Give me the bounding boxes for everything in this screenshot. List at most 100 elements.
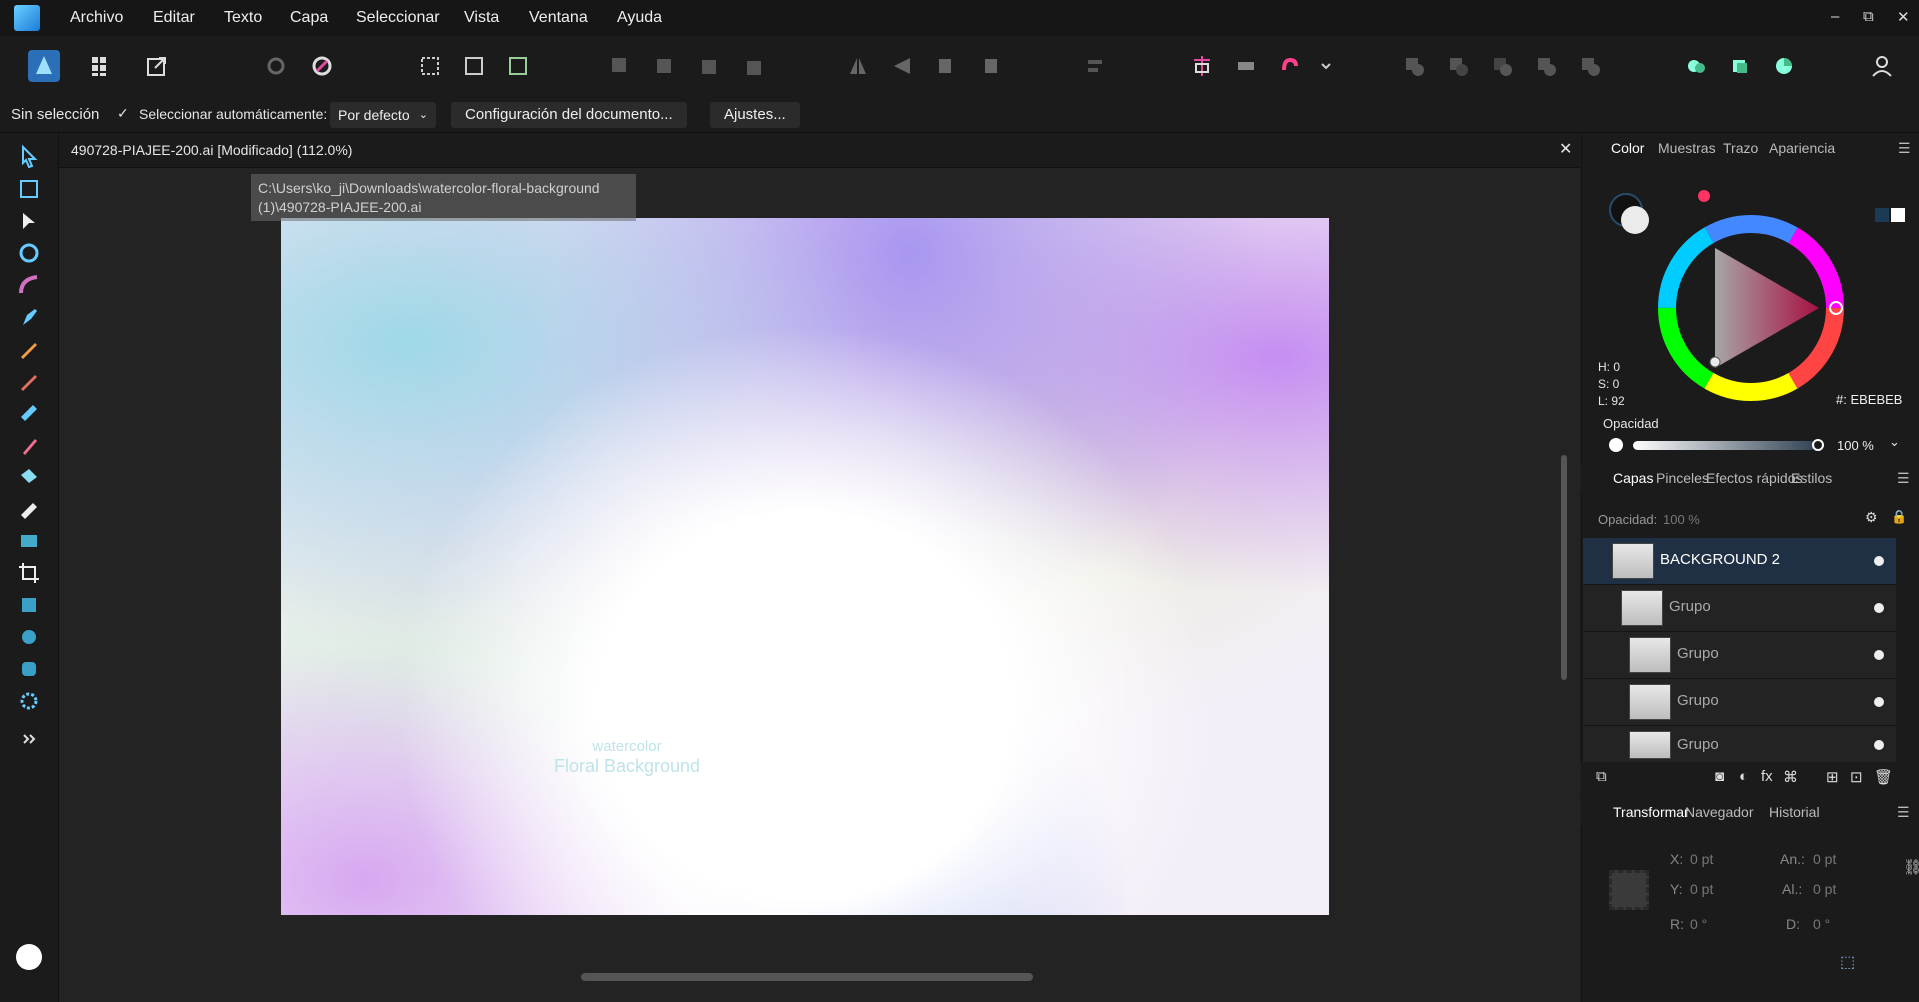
visibility-dot-icon[interactable] bbox=[1874, 556, 1884, 566]
menu-seleccionar[interactable]: Seleccionar bbox=[356, 0, 440, 36]
layer-row[interactable]: Grupo bbox=[1583, 726, 1896, 763]
more-tools-icon[interactable] bbox=[13, 723, 45, 755]
document-setup-button[interactable]: Configuración del documento... bbox=[451, 102, 687, 128]
select-bounds-icon[interactable] bbox=[414, 50, 446, 82]
rotate-left-icon[interactable] bbox=[930, 50, 962, 82]
fill-bucket-tool-icon[interactable] bbox=[13, 461, 45, 493]
pen-tool-icon[interactable] bbox=[13, 301, 45, 333]
fill-color-swatch[interactable] bbox=[1621, 206, 1649, 234]
live-filter-icon[interactable]: ⌘ bbox=[1783, 768, 1798, 786]
color-wheel[interactable] bbox=[1657, 214, 1845, 402]
boolean-xor-icon[interactable] bbox=[1530, 50, 1562, 82]
height-field[interactable]: 0 pt bbox=[1813, 881, 1836, 897]
y-field[interactable]: 0 pt bbox=[1690, 881, 1713, 897]
tab-estilos[interactable]: Estilos bbox=[1791, 470, 1832, 486]
designer-persona-icon[interactable] bbox=[28, 50, 60, 82]
rotate-right-icon[interactable] bbox=[974, 50, 1006, 82]
trash-icon[interactable]: 🗑 bbox=[1874, 768, 1893, 786]
close-document-icon[interactable]: ✕ bbox=[1559, 139, 1572, 159]
arrange-backward-icon[interactable] bbox=[648, 50, 680, 82]
tab-navegador[interactable]: Navegador bbox=[1685, 804, 1754, 820]
tab-apariencia[interactable]: Apariencia bbox=[1769, 140, 1835, 156]
crop-tool-icon[interactable] bbox=[13, 557, 45, 589]
link-icon[interactable]: ⛓ bbox=[1903, 858, 1919, 876]
document-canvas[interactable]: watercolor Floral Background bbox=[281, 218, 1329, 915]
checkbox-check-icon[interactable]: ✓ bbox=[117, 105, 129, 122]
panel-menu-icon[interactable]: ☰ bbox=[1898, 140, 1911, 157]
rounded-rectangle-tool-icon[interactable] bbox=[13, 653, 45, 685]
rectangle-tool-icon[interactable] bbox=[13, 589, 45, 621]
lock-icon[interactable]: 🔒 bbox=[1891, 509, 1907, 525]
tab-color[interactable]: Color bbox=[1611, 140, 1644, 156]
mask-icon[interactable]: ◙ bbox=[1715, 768, 1724, 785]
flip-vertical-icon[interactable] bbox=[886, 50, 918, 82]
vector-brush-tool-icon[interactable] bbox=[13, 365, 45, 397]
shear-field[interactable]: 0 ° bbox=[1813, 916, 1830, 932]
arrange-back-icon[interactable] bbox=[604, 50, 636, 82]
export-persona-icon[interactable] bbox=[141, 50, 173, 82]
insert-inside-icon[interactable] bbox=[1680, 50, 1712, 82]
arrange-forward-icon[interactable] bbox=[692, 50, 724, 82]
pixel-persona-icon[interactable] bbox=[85, 50, 117, 82]
swatch-dark[interactable] bbox=[1875, 208, 1889, 222]
close-window-button[interactable]: ✕ bbox=[1897, 8, 1910, 26]
auto-select-dropdown[interactable]: Por defecto ⌄ bbox=[330, 102, 436, 128]
node-tool-icon[interactable] bbox=[13, 205, 45, 237]
boolean-subtract-icon[interactable] bbox=[1442, 50, 1474, 82]
hex-value[interactable]: #: EBEBEB bbox=[1836, 392, 1902, 407]
layer-row[interactable]: Grupo bbox=[1583, 585, 1896, 632]
move-tool-icon[interactable] bbox=[13, 141, 45, 173]
account-icon[interactable] bbox=[1866, 50, 1898, 82]
paint-brush-tool-icon[interactable] bbox=[13, 429, 45, 461]
tab-pinceles[interactable]: Pinceles bbox=[1656, 470, 1709, 486]
tab-capas[interactable]: Capas bbox=[1613, 470, 1653, 486]
snapping-magnet-icon[interactable] bbox=[1274, 50, 1306, 82]
menu-capa[interactable]: Capa bbox=[290, 0, 328, 36]
opacity-value[interactable]: 100 % bbox=[1837, 438, 1874, 453]
menu-texto[interactable]: Texto bbox=[224, 0, 262, 36]
snapping-settings-icon[interactable] bbox=[306, 50, 338, 82]
artboard-tool-icon[interactable] bbox=[13, 173, 45, 205]
tab-efectos-rapidos[interactable]: Efectos rápidos bbox=[1706, 470, 1803, 486]
add-layer-icon[interactable]: ⊞ bbox=[1826, 768, 1839, 786]
document-tab-title[interactable]: 490728-PIAJEE-200.ai [Modificado] (112.0… bbox=[71, 142, 352, 158]
boolean-divide-icon[interactable] bbox=[1574, 50, 1606, 82]
select-object-icon[interactable] bbox=[502, 50, 534, 82]
fill-tool-icon[interactable] bbox=[13, 397, 45, 429]
tab-transformar[interactable]: Transformar bbox=[1613, 804, 1689, 820]
transform-options-icon[interactable]: ⬚ bbox=[1840, 952, 1855, 972]
app-logo-icon[interactable] bbox=[14, 5, 40, 31]
anchor-point-selector[interactable] bbox=[1609, 870, 1649, 910]
transform-origin-icon[interactable] bbox=[1186, 50, 1218, 82]
visibility-dot-icon[interactable] bbox=[1874, 697, 1884, 707]
horizontal-scrollbar[interactable] bbox=[581, 973, 1033, 981]
corner-tool-icon[interactable] bbox=[13, 269, 45, 301]
rotation-field[interactable]: 0 ° bbox=[1690, 916, 1707, 932]
ellipse-tool-icon[interactable] bbox=[13, 621, 45, 653]
tab-muestras[interactable]: Muestras bbox=[1658, 140, 1716, 156]
layer-row[interactable]: Grupo bbox=[1583, 679, 1896, 726]
panel-menu-icon[interactable]: ☰ bbox=[1897, 804, 1910, 821]
settings-button[interactable]: Ajustes... bbox=[710, 102, 800, 128]
width-field[interactable]: 0 pt bbox=[1813, 851, 1836, 867]
shape-tool-icon[interactable] bbox=[13, 685, 45, 717]
visibility-dot-icon[interactable] bbox=[1874, 740, 1884, 750]
transparency-tool-icon[interactable] bbox=[13, 493, 45, 525]
fx-icon[interactable]: fx bbox=[1761, 768, 1773, 785]
layers-mode-icon[interactable]: ⧉ bbox=[1596, 768, 1607, 785]
boolean-add-icon[interactable] bbox=[1398, 50, 1430, 82]
menu-vista[interactable]: Vista bbox=[464, 0, 499, 36]
opacity-slider-handle[interactable] bbox=[1812, 439, 1824, 451]
insert-behind-icon[interactable] bbox=[1724, 50, 1756, 82]
chevron-down-icon[interactable] bbox=[1310, 50, 1331, 82]
visibility-dot-icon[interactable] bbox=[1874, 650, 1884, 660]
minimize-button[interactable]: – bbox=[1831, 8, 1839, 25]
align-icon[interactable] bbox=[1080, 50, 1112, 82]
menu-editar[interactable]: Editar bbox=[153, 0, 195, 36]
panel-menu-icon[interactable]: ☰ bbox=[1897, 470, 1910, 487]
vertical-scrollbar[interactable] bbox=[1561, 455, 1567, 680]
visibility-dot-icon[interactable] bbox=[1874, 603, 1884, 613]
menu-ventana[interactable]: Ventana bbox=[529, 0, 588, 36]
flip-horizontal-icon[interactable] bbox=[842, 50, 874, 82]
chevron-down-icon[interactable]: ⌄ bbox=[1889, 434, 1900, 450]
